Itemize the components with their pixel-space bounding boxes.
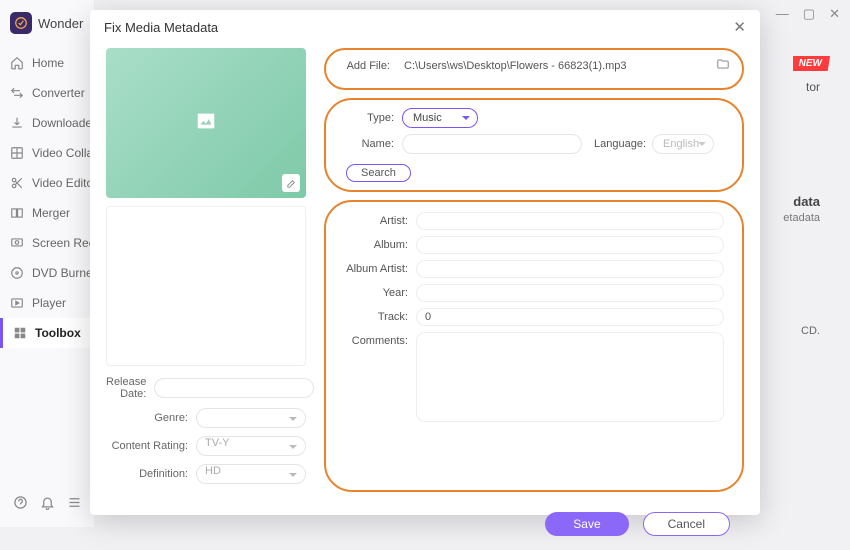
comments-textarea[interactable] bbox=[416, 332, 724, 422]
nav-home[interactable]: Home bbox=[0, 48, 94, 78]
nav-converter[interactable]: Converter bbox=[0, 78, 94, 108]
track-input[interactable] bbox=[416, 308, 724, 326]
album-artist-input[interactable] bbox=[416, 260, 724, 278]
search-button[interactable]: Search bbox=[346, 164, 411, 182]
file-path-input[interactable] bbox=[398, 56, 716, 76]
nav-video-collage[interactable]: Video Collage bbox=[0, 138, 94, 168]
nav-dvd-burner[interactable]: DVD Burner bbox=[0, 258, 94, 288]
artist-input[interactable] bbox=[416, 212, 724, 230]
definition-select[interactable]: HD bbox=[196, 464, 306, 484]
dialog-title: Fix Media Metadata bbox=[104, 20, 218, 35]
folder-icon[interactable] bbox=[716, 57, 730, 76]
nav-downloader[interactable]: Downloader bbox=[0, 108, 94, 138]
metadata-fields-group: Artist: Album: Album Artist: Year: Track… bbox=[324, 200, 744, 492]
nav-video-editor[interactable]: Video Editor bbox=[0, 168, 94, 198]
notification-icon[interactable] bbox=[40, 495, 55, 515]
album-input[interactable] bbox=[416, 236, 724, 254]
brand-name: Wonder bbox=[38, 16, 83, 31]
add-file-group: Add File: bbox=[324, 48, 744, 90]
nav-player[interactable]: Player bbox=[0, 288, 94, 318]
year-input[interactable] bbox=[416, 284, 724, 302]
new-badge: NEW bbox=[793, 56, 830, 71]
album-art-preview bbox=[106, 48, 306, 198]
search-group: Type: Music Name: Language: English Sear… bbox=[324, 98, 744, 192]
sidebar: Wonder Home Converter Downloader Video C… bbox=[0, 0, 95, 527]
language-select[interactable]: English bbox=[652, 134, 714, 154]
search-results-panel bbox=[106, 206, 306, 366]
close-icon[interactable]: ✕ bbox=[733, 18, 746, 36]
content-rating-select[interactable]: TV-Y bbox=[196, 436, 306, 456]
release-date-input[interactable] bbox=[154, 378, 314, 398]
cancel-button[interactable]: Cancel bbox=[643, 512, 730, 536]
nav-merger[interactable]: Merger bbox=[0, 198, 94, 228]
genre-select[interactable] bbox=[196, 408, 306, 428]
type-select[interactable]: Music bbox=[402, 108, 478, 128]
menu-icon[interactable] bbox=[67, 495, 82, 515]
nav-screen-recorder[interactable]: Screen Recorder bbox=[0, 228, 94, 258]
help-icon[interactable] bbox=[13, 495, 28, 515]
app-logo bbox=[10, 12, 32, 34]
save-button[interactable]: Save bbox=[545, 512, 628, 536]
image-placeholder-icon bbox=[193, 110, 219, 137]
nav-toolbox[interactable]: Toolbox bbox=[0, 318, 94, 348]
metadata-dialog: Fix Media Metadata ✕ Release Date: Genre… bbox=[90, 10, 760, 515]
name-input[interactable] bbox=[402, 134, 582, 154]
edit-art-icon[interactable] bbox=[282, 174, 300, 192]
